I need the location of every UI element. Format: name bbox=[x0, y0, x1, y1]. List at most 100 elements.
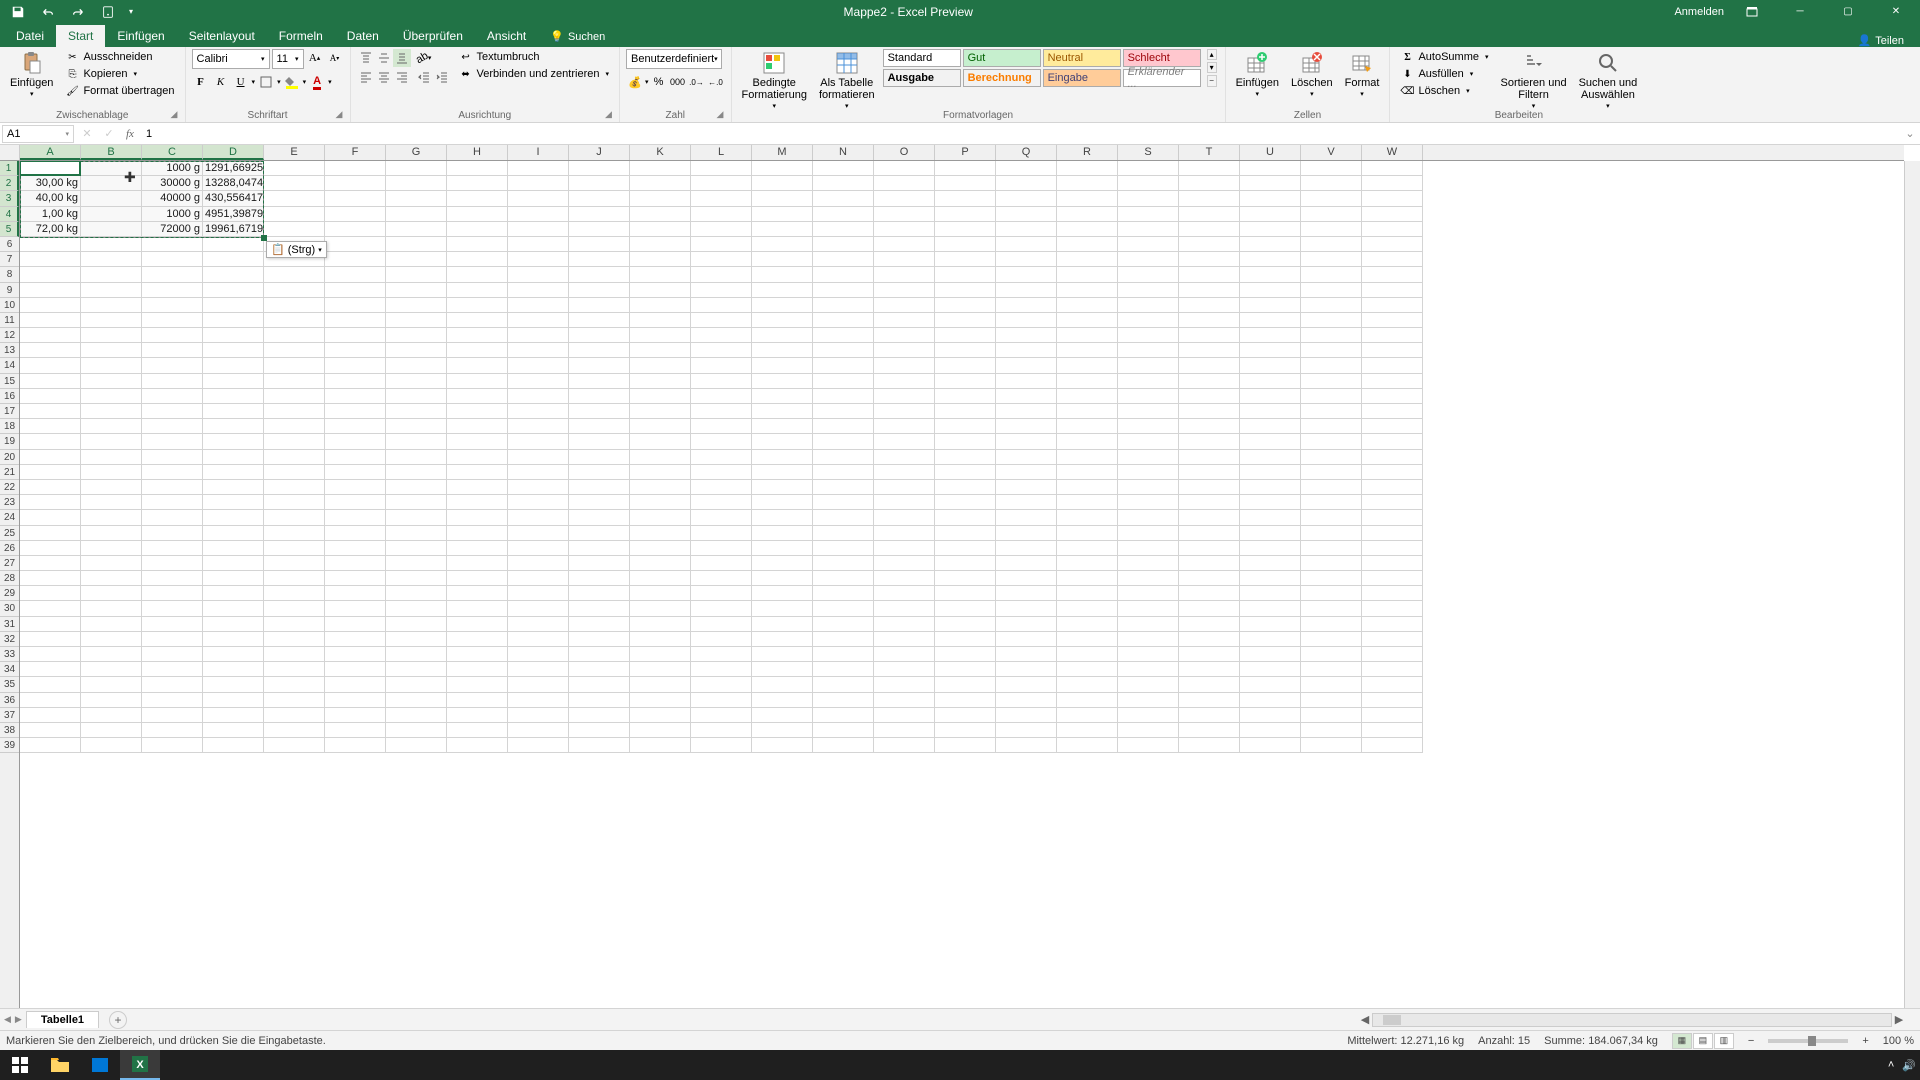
cell[interactable] bbox=[447, 298, 508, 313]
cell[interactable] bbox=[569, 662, 630, 677]
cell[interactable] bbox=[1057, 328, 1118, 343]
cell[interactable] bbox=[508, 419, 569, 434]
cell[interactable] bbox=[813, 465, 874, 480]
cell[interactable] bbox=[325, 586, 386, 601]
cell[interactable] bbox=[81, 465, 142, 480]
cell[interactable] bbox=[1179, 647, 1240, 662]
cell[interactable] bbox=[996, 434, 1057, 449]
cell[interactable] bbox=[325, 191, 386, 206]
cell[interactable] bbox=[1118, 374, 1179, 389]
cell[interactable] bbox=[203, 328, 264, 343]
save-button[interactable] bbox=[4, 0, 32, 23]
cell[interactable] bbox=[203, 283, 264, 298]
cell[interactable] bbox=[1301, 222, 1362, 237]
cell[interactable] bbox=[1301, 283, 1362, 298]
cell[interactable] bbox=[447, 161, 508, 176]
cell[interactable] bbox=[630, 419, 691, 434]
col-header-L[interactable]: L bbox=[691, 145, 752, 160]
cell[interactable] bbox=[203, 480, 264, 495]
cell[interactable] bbox=[1240, 404, 1301, 419]
zoom-in-button[interactable]: + bbox=[1862, 1035, 1868, 1047]
cell[interactable] bbox=[1179, 693, 1240, 708]
cell[interactable] bbox=[1240, 313, 1301, 328]
cell[interactable] bbox=[630, 267, 691, 282]
cell[interactable] bbox=[20, 419, 81, 434]
cell[interactable] bbox=[1179, 404, 1240, 419]
cell[interactable] bbox=[1362, 662, 1423, 677]
cell[interactable] bbox=[325, 419, 386, 434]
cell[interactable] bbox=[386, 207, 447, 222]
align-top-button[interactable] bbox=[357, 49, 375, 67]
cell[interactable] bbox=[1057, 556, 1118, 571]
cell[interactable] bbox=[752, 222, 813, 237]
cell[interactable] bbox=[20, 677, 81, 692]
cell[interactable] bbox=[20, 738, 81, 753]
task-app-button[interactable] bbox=[80, 1050, 120, 1080]
cell[interactable] bbox=[203, 617, 264, 632]
cell[interactable] bbox=[1362, 647, 1423, 662]
cell[interactable] bbox=[874, 647, 935, 662]
cell[interactable] bbox=[752, 495, 813, 510]
cell[interactable] bbox=[813, 237, 874, 252]
cell[interactable]: 1291,66925 bbox=[203, 161, 264, 176]
cell[interactable] bbox=[203, 434, 264, 449]
cell[interactable] bbox=[1301, 571, 1362, 586]
cell[interactable] bbox=[508, 374, 569, 389]
cell[interactable] bbox=[691, 723, 752, 738]
cell[interactable] bbox=[142, 328, 203, 343]
cell[interactable] bbox=[264, 465, 325, 480]
cell[interactable] bbox=[1301, 358, 1362, 373]
zoom-slider[interactable] bbox=[1768, 1039, 1848, 1043]
row-header-25[interactable]: 25 bbox=[0, 526, 19, 541]
cell[interactable] bbox=[691, 465, 752, 480]
cell[interactable] bbox=[1240, 267, 1301, 282]
cell[interactable] bbox=[1057, 374, 1118, 389]
cell[interactable] bbox=[142, 526, 203, 541]
cell[interactable] bbox=[447, 267, 508, 282]
cell[interactable] bbox=[935, 601, 996, 616]
cell[interactable] bbox=[813, 662, 874, 677]
cell[interactable] bbox=[935, 647, 996, 662]
cell[interactable] bbox=[264, 738, 325, 753]
cell[interactable] bbox=[264, 541, 325, 556]
cell[interactable] bbox=[691, 541, 752, 556]
cell[interactable] bbox=[81, 495, 142, 510]
font-color-button[interactable]: A bbox=[308, 73, 326, 91]
style-gut[interactable]: Gut bbox=[963, 49, 1041, 67]
cell[interactable] bbox=[447, 237, 508, 252]
cell[interactable] bbox=[874, 495, 935, 510]
cell[interactable] bbox=[386, 526, 447, 541]
cell[interactable] bbox=[1057, 526, 1118, 541]
cell[interactable]: 1,00 kg bbox=[20, 161, 81, 176]
cell[interactable] bbox=[81, 480, 142, 495]
tab-pagelayout[interactable]: Seitenlayout bbox=[177, 25, 267, 47]
cell[interactable] bbox=[81, 662, 142, 677]
cell[interactable] bbox=[813, 358, 874, 373]
cell[interactable] bbox=[1362, 465, 1423, 480]
cell[interactable] bbox=[935, 632, 996, 647]
cell[interactable] bbox=[1118, 237, 1179, 252]
cell[interactable] bbox=[1362, 677, 1423, 692]
horizontal-scrollbar[interactable] bbox=[1372, 1013, 1892, 1027]
row-header-38[interactable]: 38 bbox=[0, 723, 19, 738]
cell[interactable] bbox=[1118, 526, 1179, 541]
cell[interactable] bbox=[1301, 586, 1362, 601]
cell[interactable] bbox=[569, 419, 630, 434]
cell[interactable] bbox=[508, 586, 569, 601]
cell[interactable] bbox=[935, 434, 996, 449]
cell[interactable] bbox=[630, 176, 691, 191]
cell[interactable] bbox=[203, 298, 264, 313]
cell[interactable] bbox=[386, 419, 447, 434]
cell[interactable] bbox=[569, 465, 630, 480]
copy-button[interactable]: ⎘Kopieren▾ bbox=[61, 66, 178, 82]
cell[interactable]: 40,00 kg bbox=[20, 191, 81, 206]
cell[interactable] bbox=[142, 556, 203, 571]
style-eingabe[interactable]: Eingabe bbox=[1043, 69, 1121, 87]
cell[interactable] bbox=[752, 738, 813, 753]
cell[interactable] bbox=[508, 267, 569, 282]
cell[interactable] bbox=[1362, 298, 1423, 313]
cell[interactable] bbox=[813, 419, 874, 434]
cell[interactable] bbox=[386, 480, 447, 495]
cell[interactable] bbox=[1301, 237, 1362, 252]
tab-insert[interactable]: Einfügen bbox=[105, 25, 176, 47]
